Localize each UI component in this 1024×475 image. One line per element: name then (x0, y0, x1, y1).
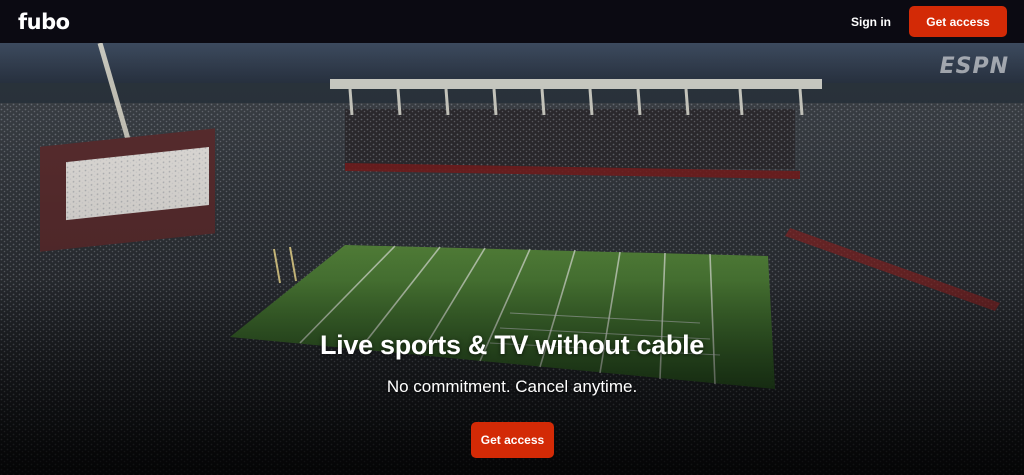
hero-subheadline: No commitment. Cancel anytime. (386, 377, 638, 396)
get-access-button-hero[interactable]: Get access (471, 422, 554, 458)
hero-section: ESPN Live sports & TV without cable No c… (0, 43, 1024, 475)
stadium-background-image (0, 43, 1024, 475)
top-nav-bar: fubo Sign in Get access (0, 0, 1024, 43)
get-access-button-top[interactable]: Get access (909, 6, 1007, 37)
espn-watermark: ESPN (939, 54, 1009, 79)
nav-actions: Sign in Get access (851, 6, 1007, 37)
hero-headline: Live sports & TV without cable (319, 330, 705, 360)
sign-in-link[interactable]: Sign in (851, 15, 891, 29)
fubo-logo[interactable]: fubo (18, 10, 70, 34)
